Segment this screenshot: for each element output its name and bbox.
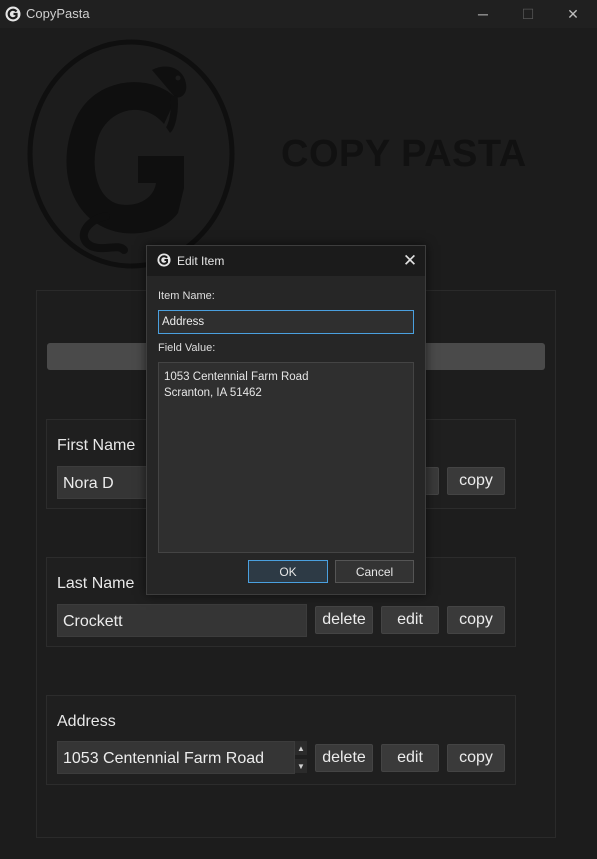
copy-button[interactable]: copy	[447, 606, 505, 634]
copy-button[interactable]: copy	[447, 467, 505, 495]
delete-button[interactable]: delete	[315, 606, 373, 634]
scroll-up-arrow-icon[interactable]: ▲	[295, 741, 307, 755]
app-logo-icon	[157, 253, 171, 267]
app-heading: COPY PASTA	[281, 133, 527, 175]
window-title: CopyPasta	[26, 6, 90, 21]
field-value-textarea[interactable]: 1053 Centennial Farm Road Scranton, IA 5…	[158, 362, 414, 553]
item-name-label: Item Name:	[158, 290, 215, 302]
cancel-button[interactable]: Cancel	[335, 560, 414, 583]
maximize-button[interactable]: ☐	[505, 0, 551, 28]
app-logo-icon	[5, 6, 21, 22]
title-bar: CopyPasta ─ ☐ ✕	[0, 0, 597, 28]
dialog-title-bar: Edit Item ✕	[147, 246, 425, 276]
item-label: Address	[57, 713, 116, 730]
scroll-down-arrow-icon[interactable]: ▼	[295, 759, 307, 773]
item-name-input[interactable]	[158, 310, 414, 334]
item-card-address: Address 1053 Centennial Farm Road Scrant…	[46, 695, 516, 785]
ok-button[interactable]: OK	[248, 560, 328, 583]
item-value-field[interactable]: Crockett	[57, 604, 307, 637]
edit-button[interactable]: edit	[381, 606, 439, 634]
close-icon[interactable]: ✕	[399, 250, 421, 272]
minimize-button[interactable]: ─	[460, 0, 506, 28]
item-label: First Name	[57, 437, 136, 454]
edit-item-dialog: Edit Item ✕ Item Name: Field Value: 1053…	[146, 245, 426, 595]
close-window-button[interactable]: ✕	[550, 0, 596, 28]
item-value-field[interactable]: 1053 Centennial Farm Road Scranton, IA 5…	[57, 741, 295, 774]
copypasta-snake-logo-icon	[27, 39, 235, 269]
delete-button[interactable]: delete	[315, 744, 373, 772]
edit-button[interactable]: edit	[381, 744, 439, 772]
copy-button[interactable]: copy	[447, 744, 505, 772]
item-label: Last Name	[57, 575, 135, 592]
field-value-label: Field Value:	[158, 342, 216, 354]
dialog-title: Edit Item	[177, 254, 225, 268]
